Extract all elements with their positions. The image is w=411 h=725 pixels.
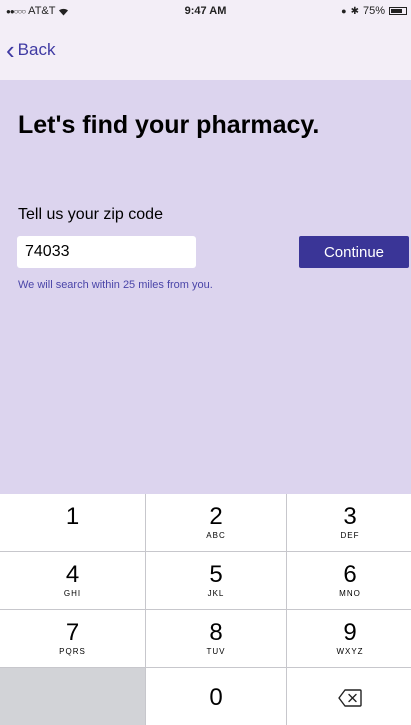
- key-letters: MNO: [339, 589, 361, 598]
- key-letters: DEF: [340, 531, 360, 540]
- key-letters: ABC: [206, 531, 226, 540]
- key-1[interactable]: 1: [0, 494, 145, 551]
- key-5[interactable]: 5 JKL: [146, 552, 286, 609]
- key-digit: 1: [65, 503, 80, 530]
- status-bar: ●●○○○ AT&T 9:47 AM ● ✱ 75%: [0, 0, 411, 22]
- key-digit: 7: [65, 619, 80, 646]
- key-letters: PQRS: [59, 647, 86, 656]
- delete-key[interactable]: [287, 668, 411, 725]
- key-digit: 8: [209, 619, 223, 646]
- back-button[interactable]: ‹ Back: [6, 35, 56, 65]
- battery-label: 75%: [362, 5, 385, 17]
- bluetooth-icon: ✱: [350, 5, 359, 17]
- key-digit: 9: [343, 619, 357, 646]
- status-right: ● ✱ 75%: [341, 5, 407, 17]
- nav-bar: ‹ Back: [0, 22, 411, 80]
- key-digit: 3: [343, 503, 357, 530]
- key-digit: 6: [343, 561, 357, 588]
- key-letters: TUV: [206, 647, 226, 656]
- chevron-left-icon: ‹: [6, 35, 15, 65]
- key-2[interactable]: 2 ABC: [146, 494, 286, 551]
- search-radius-note: We will search within 25 miles from you.: [18, 279, 213, 291]
- key-letters: GHI: [63, 589, 82, 598]
- key-4[interactable]: 4 GHI: [0, 552, 145, 609]
- key-digit: 0: [209, 684, 223, 711]
- key-digit: 5: [209, 561, 223, 588]
- key-letters: JKL: [207, 589, 225, 598]
- key-letters: WXYZ: [336, 647, 364, 656]
- key-6[interactable]: 6 MNO: [287, 552, 411, 609]
- backspace-icon: [338, 689, 362, 707]
- key-8[interactable]: 8 TUV: [146, 610, 286, 667]
- phone-screen: ●●○○○ AT&T 9:47 AM ● ✱ 75% ‹ Back Let's …: [0, 0, 411, 725]
- key-0[interactable]: 0: [146, 668, 286, 725]
- key-9[interactable]: 9 WXYZ: [287, 610, 411, 667]
- zip-label: Tell us your zip code: [18, 206, 163, 223]
- numeric-keypad: 1 2 ABC 3 DEF 4 GHI 5 JKL 6 MNO 7 PQRS 8: [0, 494, 411, 725]
- key-digit: 4: [65, 561, 80, 588]
- back-label: Back: [17, 40, 56, 59]
- key-3[interactable]: 3 DEF: [287, 494, 411, 551]
- main-content: Let's find your pharmacy. Tell us your z…: [0, 80, 411, 494]
- key-digit: 2: [209, 503, 223, 530]
- alarm-icon: ●: [341, 6, 347, 16]
- continue-button[interactable]: Continue: [299, 236, 409, 268]
- page-title: Let's find your pharmacy.: [18, 111, 320, 139]
- zip-code-input[interactable]: [17, 236, 196, 268]
- key-7[interactable]: 7 PQRS: [0, 610, 145, 667]
- battery-icon: [389, 7, 407, 15]
- key-blank: [0, 668, 145, 725]
